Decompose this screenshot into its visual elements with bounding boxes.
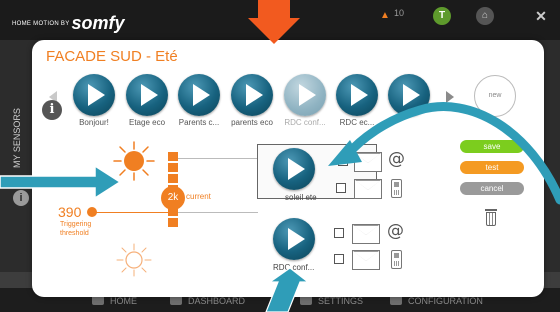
play-icon[interactable]	[273, 218, 315, 260]
scenario-label: RDC conf...	[284, 118, 326, 127]
test-button[interactable]: test	[460, 161, 524, 174]
play-icon[interactable]	[388, 74, 430, 116]
scenario-item[interactable]: Parents c...	[177, 74, 221, 127]
sms-checkbox[interactable]	[334, 254, 344, 264]
trash-icon[interactable]	[485, 209, 497, 226]
current-label: current	[186, 192, 211, 201]
play-icon[interactable]	[178, 74, 220, 116]
scenario-label: parents eco	[231, 118, 273, 127]
assigned-scenario-label: soleil ete	[285, 193, 317, 202]
scroll-right-arrow[interactable]	[446, 91, 454, 103]
play-icon[interactable]	[336, 74, 378, 116]
somfy-logo: HOME MOTION BY somfy	[12, 13, 125, 33]
scenario-item[interactable]: RDC conf...	[283, 74, 327, 127]
scenario-label: Etage eco	[128, 118, 166, 127]
play-icon[interactable]	[126, 74, 168, 116]
email-checkbox[interactable]	[338, 156, 348, 166]
user-icon[interactable]: T	[433, 7, 451, 25]
assigned-play-button[interactable]	[273, 218, 315, 260]
info-icon[interactable]: i	[13, 190, 29, 206]
light-bar-segment	[168, 152, 178, 161]
light-bar-segment	[168, 218, 178, 227]
phone-icon	[391, 250, 402, 269]
info-icon[interactable]: i	[42, 100, 62, 120]
threshold-value[interactable]: 390	[58, 204, 81, 220]
play-icon[interactable]	[273, 148, 315, 190]
mail-icon	[354, 152, 382, 172]
threshold-line	[96, 212, 168, 213]
at-icon: @	[388, 149, 405, 169]
current-value-badge: 2k	[161, 186, 185, 210]
mail-icon	[352, 224, 380, 244]
assigned-scenario-label: RDC conf...	[273, 263, 315, 272]
sun-bright-icon	[113, 141, 155, 181]
top-bar: HOME MOTION BY somfy ▲ 10 T ⌂ ✕	[0, 0, 560, 40]
scenario-item[interactable]: RDC ec...	[335, 74, 379, 127]
play-icon[interactable]	[231, 74, 273, 116]
scenario-item[interactable]: parents eco	[230, 74, 274, 127]
play-icon[interactable]	[284, 74, 326, 116]
warning-icon[interactable]: ▲	[376, 7, 394, 25]
scenario-label: Parents c...	[178, 118, 220, 127]
connector-line	[178, 158, 258, 159]
at-icon: @	[387, 221, 404, 241]
threshold-label: Triggering threshold	[60, 221, 92, 237]
light-bar-segment	[168, 174, 178, 183]
notification-count: 10	[394, 8, 405, 18]
scenario-item[interactable]: Etage eco	[125, 74, 169, 127]
email-checkbox[interactable]	[334, 228, 344, 238]
assigned-play-button[interactable]	[273, 148, 315, 190]
dialog-title: FACADE SUD - Eté	[46, 48, 178, 65]
scenario-item[interactable]	[387, 74, 431, 118]
light-bar-segment	[168, 163, 178, 172]
cancel-button[interactable]: cancel	[460, 182, 524, 195]
close-window-icon[interactable]: ✕	[532, 7, 550, 25]
mail-icon	[354, 179, 382, 199]
scenario-label: RDC ec...	[339, 118, 375, 127]
phone-icon	[391, 179, 402, 198]
scenario-label: Bonjour!	[79, 118, 109, 127]
sun-dim-icon	[116, 243, 152, 277]
mail-icon	[352, 250, 380, 270]
sms-checkbox[interactable]	[336, 183, 346, 193]
play-icon[interactable]	[73, 74, 115, 116]
sidebar-title: MY SENSORS	[12, 108, 22, 168]
connector-line	[178, 212, 258, 213]
house-icon[interactable]: ⌂	[476, 7, 494, 25]
new-scenario-button[interactable]: new	[474, 75, 516, 117]
scenario-item[interactable]: Bonjour!	[72, 74, 116, 127]
save-button[interactable]: save	[460, 140, 524, 153]
